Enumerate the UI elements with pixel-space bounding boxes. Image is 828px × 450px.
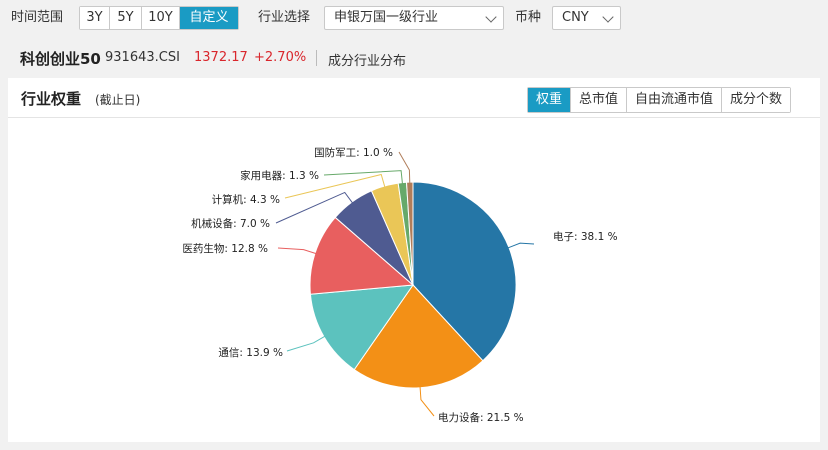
chevron-down-icon bbox=[602, 11, 614, 23]
leader-line bbox=[506, 242, 535, 249]
industry-label: 行业选择 bbox=[258, 10, 311, 25]
slice-label: 通信: 13.9 % bbox=[218, 347, 283, 359]
time-option-5y[interactable]: 5Y bbox=[110, 7, 142, 29]
time-range-label: 时间范围 bbox=[11, 10, 64, 25]
leader-line bbox=[277, 247, 318, 255]
time-option-custom[interactable]: 自定义 bbox=[180, 7, 238, 29]
industry-select-value: 申银万国一级行业 bbox=[334, 10, 439, 25]
currency-select[interactable]: CNY bbox=[552, 6, 621, 30]
slice-label: 医药生物: 12.8 % bbox=[182, 242, 268, 255]
currency-select-value: CNY bbox=[562, 10, 589, 25]
index-price: 1372.17 bbox=[194, 50, 248, 65]
slice-label: 国防军工: 1.0 % bbox=[314, 146, 393, 159]
index-code: 931643.CSI bbox=[105, 50, 180, 65]
index-change: +2.70% bbox=[254, 50, 307, 65]
slice-label: 计算机: 4.3 % bbox=[212, 193, 280, 206]
currency-label: 币种 bbox=[515, 10, 542, 25]
filter-bar: 时间范围 3Y 5Y 10Y 自定义 行业选择 申银万国一级行业 币种 CNY bbox=[0, 0, 828, 36]
time-range-group: 3Y 5Y 10Y 自定义 bbox=[79, 6, 239, 30]
divider bbox=[316, 50, 317, 66]
slice-label: 电力设备: 21.5 % bbox=[438, 411, 524, 424]
time-option-3y[interactable]: 3Y bbox=[80, 7, 110, 29]
leader-line bbox=[419, 385, 435, 417]
leader-line bbox=[286, 335, 326, 352]
slice-label: 机械设备: 7.0 % bbox=[191, 217, 270, 230]
industry-weight-panel: 行业权重 (截止日) 权重 总市值 自由流通市值 成分个数 电子: 38.1 %… bbox=[8, 78, 820, 442]
time-option-10y[interactable]: 10Y bbox=[142, 7, 180, 29]
slice-label: 家用电器: 1.3 % bbox=[240, 169, 319, 182]
industry-distribution-link[interactable]: 成分行业分布 bbox=[328, 50, 406, 69]
chevron-down-icon bbox=[485, 11, 497, 23]
leader-line bbox=[398, 151, 411, 185]
industry-select[interactable]: 申银万国一级行业 bbox=[324, 6, 504, 30]
index-info-bar: 科创创业50 931643.CSI 1372.17 +2.70% 成分行业分布 bbox=[8, 40, 820, 76]
index-name: 科创创业50 bbox=[20, 50, 101, 68]
leader-line bbox=[323, 170, 404, 185]
industry-weight-pie-chart: 电子: 38.1 % 电力设备: 21.5 % 通信: 13.9 % 医药生物: 12… bbox=[182, 146, 618, 424]
slice-label: 电子: 38.1 % bbox=[553, 230, 618, 243]
